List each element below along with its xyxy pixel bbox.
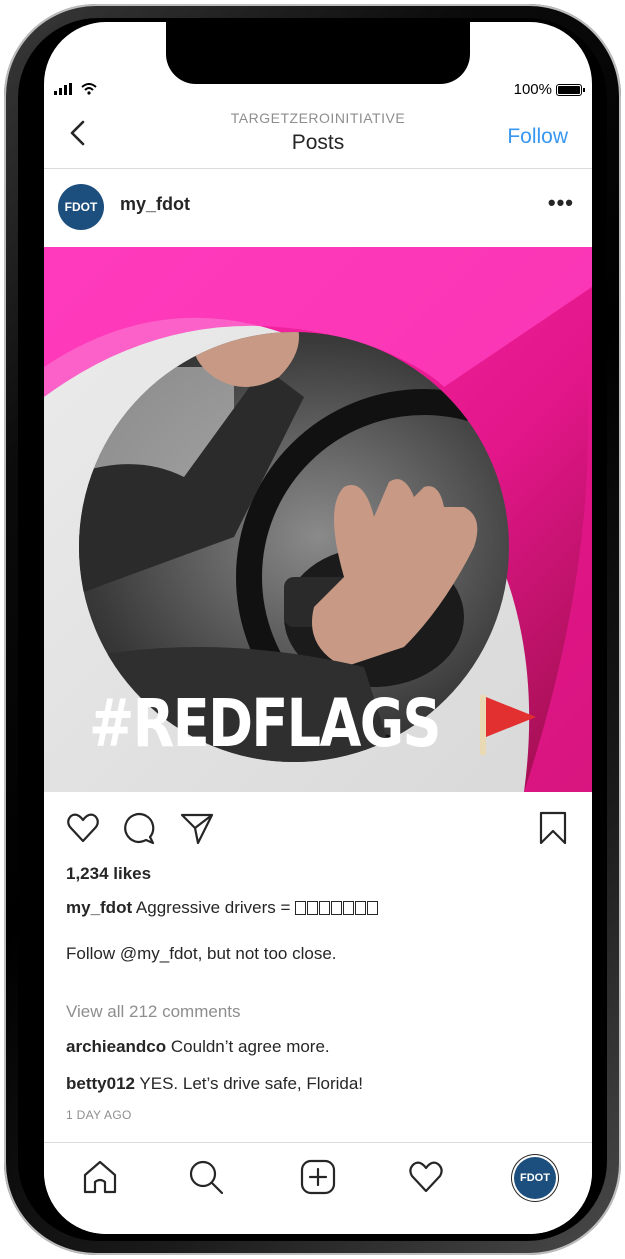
emoji-placeholder-icons [295,898,379,917]
bottom-nav: FDOT [44,1142,592,1234]
post-actions [44,805,592,855]
nav-create-button[interactable] [298,1157,338,1197]
caption-text: Aggressive drivers = [135,898,291,917]
caption-username[interactable]: my_fdot [66,898,132,917]
comment-text: YES. Let’s drive safe, Florida! [139,1074,364,1093]
notch [166,22,470,84]
post-header: FDOT my_fdot ••• [44,172,592,244]
comment-item: betty012 YES. Let’s drive safe, Florida! [66,1074,363,1094]
post-username[interactable]: my_fdot [120,194,190,215]
post-image[interactable]: #REDFLAGS [44,247,592,792]
comment-username[interactable]: archieandco [66,1037,166,1056]
nav-header: TARGETZEROINITIATIVE Posts Follow [44,108,592,169]
phone-screen: 100% TARGETZEROINITIATIVE Posts Follow F… [44,22,592,1234]
share-button[interactable] [178,809,216,847]
signal-icon [54,83,72,95]
status-right: 100% [513,81,585,98]
send-icon [180,813,214,845]
post-timestamp: 1 DAY AGO [66,1108,132,1122]
save-button[interactable] [534,809,572,847]
nav-subtitle: TARGETZEROINITIATIVE [230,110,406,126]
comment-icon [124,812,155,845]
battery-icon [556,83,585,96]
search-icon [189,1160,224,1195]
nav-search-button[interactable] [186,1157,226,1197]
post-caption: my_fdot Aggressive drivers = [66,898,379,918]
home-icon [83,1160,117,1194]
comment-item: archieandco Couldn’t agree more. [66,1037,330,1057]
wifi-icon [81,82,97,98]
avatar[interactable]: FDOT [58,184,104,230]
like-count[interactable]: 1,234 likes [66,864,151,884]
comment-button[interactable] [120,809,158,847]
caption-line-2: Follow @my_fdot, but not too close. [66,944,337,963]
more-options-button[interactable]: ••• [548,190,574,216]
nav-activity-button[interactable] [406,1157,446,1197]
plus-square-icon [300,1159,336,1195]
bookmark-icon [539,811,567,845]
nav-home-button[interactable] [80,1157,120,1197]
nav-profile-avatar[interactable]: FDOT [514,1157,556,1199]
heart-icon [409,1161,443,1193]
heart-icon [67,813,99,843]
post-image-hashtag: #REDFLAGS [89,685,442,762]
battery-percent: 100% [513,81,552,98]
like-button[interactable] [64,809,102,847]
comment-text: Couldn’t agree more. [170,1037,330,1056]
status-left [54,82,97,98]
view-all-comments-link[interactable]: View all 212 comments [66,1002,241,1022]
comment-username[interactable]: betty012 [66,1074,135,1093]
follow-button[interactable]: Follow [507,125,568,149]
